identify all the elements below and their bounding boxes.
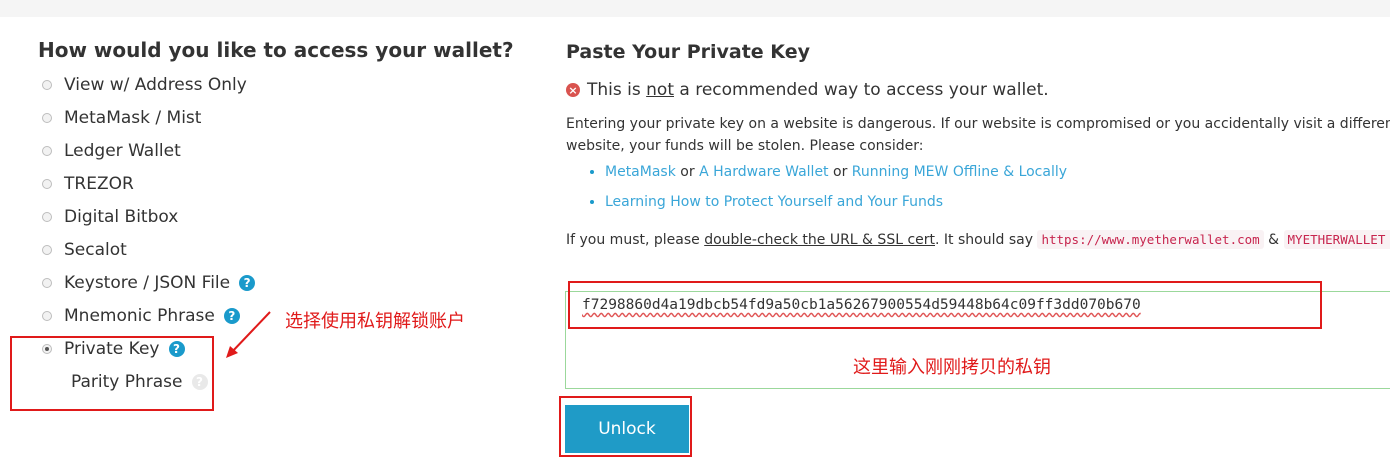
annotation-arrow-icon bbox=[226, 311, 271, 358]
option-ledger[interactable]: Ledger Wallet bbox=[42, 138, 181, 164]
option-label: Keystore / JSON File bbox=[64, 273, 231, 293]
option-label: Secalot bbox=[64, 240, 127, 260]
option-label: Ledger Wallet bbox=[64, 141, 181, 161]
top-bar bbox=[0, 0, 1390, 17]
radio-button[interactable] bbox=[42, 278, 52, 288]
option-keystore[interactable]: Keystore / JSON File ? bbox=[42, 270, 256, 296]
option-digital-bitbox[interactable]: Digital Bitbox bbox=[42, 204, 178, 230]
link-mew-offline[interactable]: Running MEW Offline & Locally bbox=[852, 164, 1067, 180]
link-ssl-check[interactable]: double-check the URL & SSL cert bbox=[704, 232, 935, 248]
option-secalot[interactable]: Secalot bbox=[42, 237, 127, 263]
link-metamask[interactable]: MetaMask bbox=[605, 164, 676, 180]
option-label: View w/ Address Only bbox=[64, 75, 247, 95]
option-trezor[interactable]: TREZOR bbox=[42, 171, 134, 197]
option-label: MetaMask / Mist bbox=[64, 108, 202, 128]
url-check-line: If you must, please double-check the URL… bbox=[566, 230, 1390, 249]
warning-em: not bbox=[646, 80, 674, 100]
link-hardware-wallet[interactable]: A Hardware Wallet bbox=[699, 164, 828, 180]
warning-pre: This is bbox=[587, 80, 647, 100]
bullet-icon bbox=[590, 170, 594, 174]
option-mnemonic[interactable]: Mnemonic Phrase ? bbox=[42, 303, 240, 329]
option-label: Digital Bitbox bbox=[64, 207, 179, 227]
help-icon[interactable]: ? bbox=[239, 275, 256, 291]
brand-code: MYETHERWALLET INC bbox=[1283, 230, 1390, 249]
annotation-select-note: 选择使用私钥解锁账户 bbox=[285, 311, 465, 332]
or-text: or bbox=[675, 164, 700, 180]
amp-text: & bbox=[1263, 232, 1284, 248]
annotation-box-key-input bbox=[568, 281, 1322, 329]
annotation-box-unlock bbox=[559, 396, 692, 457]
annotation-box-private-key bbox=[10, 336, 214, 411]
option-label: Mnemonic Phrase bbox=[64, 306, 215, 326]
or-text: or bbox=[828, 164, 852, 180]
radio-button[interactable] bbox=[42, 146, 52, 156]
option-label: TREZOR bbox=[64, 174, 134, 194]
warning-body: Entering your private key on a website i… bbox=[566, 116, 1390, 154]
must-pre: If you must, please bbox=[566, 232, 705, 248]
warning-post: a recommended way to access your wallet. bbox=[673, 80, 1049, 100]
link-list-item: MetaMask or A Hardware Wallet or Running… bbox=[590, 164, 1067, 180]
option-view-address[interactable]: View w/ Address Only bbox=[42, 72, 247, 98]
url-code: https://www.myetherwallet.com bbox=[1037, 230, 1264, 249]
must-post: . It should say bbox=[935, 232, 1038, 248]
radio-button[interactable] bbox=[42, 179, 52, 189]
radio-button[interactable] bbox=[42, 113, 52, 123]
annotation-paste-note: 这里输入刚刚拷贝的私钥 bbox=[853, 357, 1051, 378]
option-metamask[interactable]: MetaMask / Mist bbox=[42, 105, 201, 131]
radio-button[interactable] bbox=[42, 80, 52, 90]
link-protect-funds[interactable]: Learning How to Protect Yourself and You… bbox=[605, 194, 943, 210]
radio-button[interactable] bbox=[42, 245, 52, 255]
radio-button[interactable] bbox=[42, 311, 52, 321]
access-title: How would you like to access your wallet… bbox=[38, 38, 514, 62]
panel-title: Paste Your Private Key bbox=[566, 41, 810, 63]
bullet-icon bbox=[590, 200, 594, 204]
error-icon: × bbox=[566, 83, 580, 97]
radio-button[interactable] bbox=[42, 212, 52, 222]
link-list-item: Learning How to Protect Yourself and You… bbox=[590, 194, 943, 210]
warning-line: × This is not a recommended way to acces… bbox=[566, 80, 1049, 100]
